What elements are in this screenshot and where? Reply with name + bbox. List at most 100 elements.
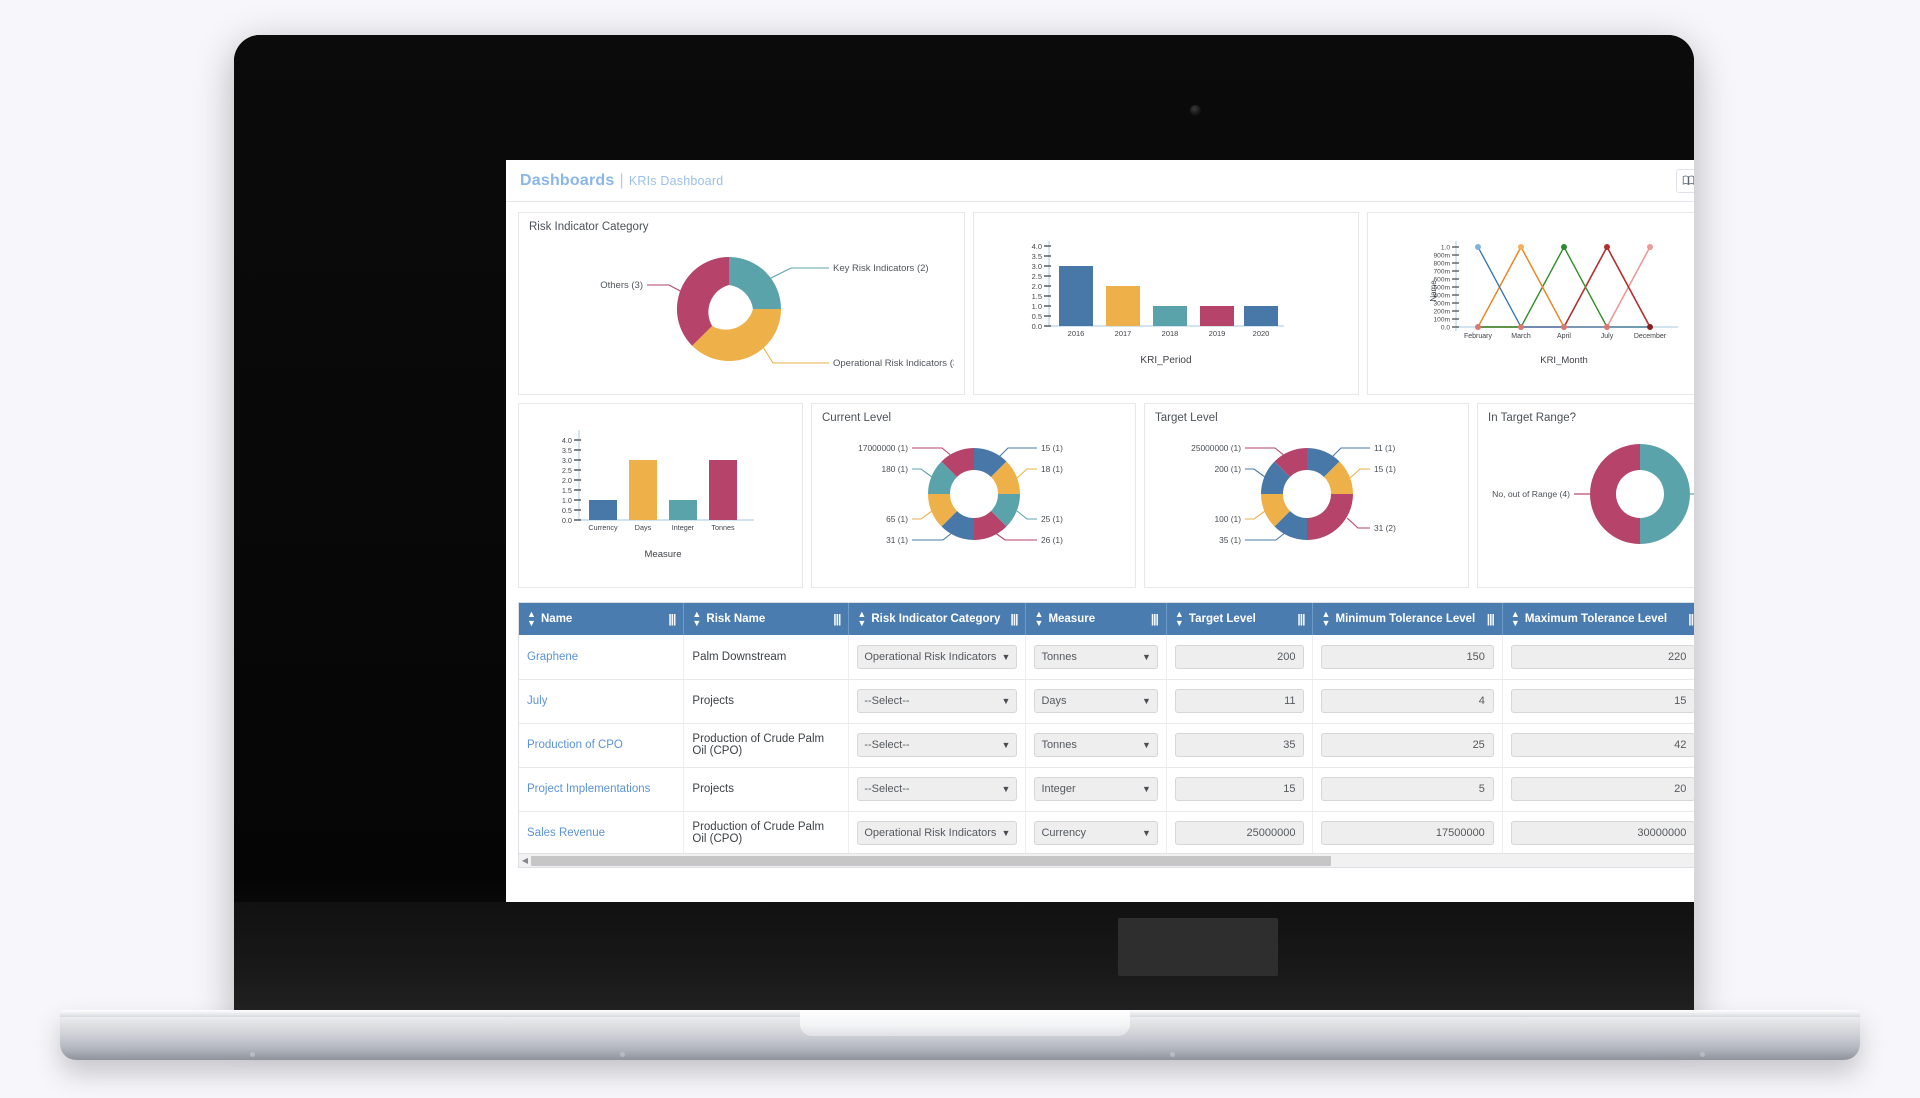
- table-row: Sales Revenue Production of Crude Palm O…: [519, 811, 1694, 856]
- risk-indicator-category-select[interactable]: Operational Risk Indicators ▼: [857, 821, 1018, 845]
- column-resize-grip-icon[interactable]: |||: [1487, 612, 1495, 626]
- risk-indicator-category-select[interactable]: --Select-- ▼: [857, 733, 1018, 757]
- column-header-risk-name[interactable]: ▲ ▼ Risk Name |||: [683, 603, 850, 635]
- svg-text:31 (2): 31 (2): [1374, 523, 1396, 533]
- kri-data-table: ▲ ▼ Name ||| ▲ ▼ Risk Name ||| ▲ ▼ Risk Indicato…: [518, 602, 1694, 868]
- chevron-down-icon: ▼: [1001, 651, 1011, 662]
- chart-row-1: Risk Indicator Category Key Risk Indicat…: [518, 212, 1694, 395]
- svg-text:2018: 2018: [1162, 329, 1179, 338]
- sort-icon[interactable]: ▲ ▼: [1511, 610, 1520, 628]
- svg-text:26 (1): 26 (1): [1041, 535, 1063, 545]
- column-header-maximum-tolerance-level[interactable]: ▲▼ Maximum Tolerance Level |||: [1502, 603, 1694, 635]
- donut-slices: [1261, 448, 1353, 540]
- callout-line-key-risk-indicators: [768, 267, 829, 280]
- dashboard-board: Risk Indicator Category Key Risk Indicat…: [506, 202, 1694, 596]
- callout-line-operational-risk-indicators: [762, 346, 829, 364]
- bar-2020: [1244, 306, 1278, 326]
- measure-select[interactable]: Days▼: [1034, 689, 1158, 713]
- target-level-input[interactable]: 15: [1174, 777, 1305, 801]
- column-header-target-level[interactable]: ▲ ▼ Target Level |||: [1166, 603, 1314, 635]
- column-header-name[interactable]: ▲ ▼ Name |||: [519, 603, 685, 635]
- bar-tonnes: [709, 460, 737, 520]
- risk-indicator-category-select[interactable]: --Select-- ▼: [857, 689, 1018, 713]
- risk-indicator-category-select[interactable]: Operational Risk Indicators ▼: [857, 644, 1018, 669]
- donut-slices: [928, 448, 1020, 540]
- measure-select[interactable]: Tonnes ▼: [1034, 733, 1158, 757]
- laptop-base-dots: [60, 1052, 1860, 1060]
- target-level-input[interactable]: 25000000: [1174, 821, 1305, 845]
- sort-icon[interactable]: ▲ ▼: [1321, 610, 1330, 628]
- target-level-input[interactable]: 11: [1174, 689, 1305, 713]
- minimum-tolerance-level-input[interactable]: 150: [1321, 644, 1494, 669]
- column-header-risk-indicator-category[interactable]: ▲ ▼ Risk Indicator Category |||: [848, 603, 1027, 635]
- panel-target-level: Target Level 11 (1) 15 (1) 31 (2) 35 (1)…: [1144, 403, 1469, 588]
- book-icon[interactable]: [1676, 168, 1694, 193]
- row-name-link[interactable]: July: [527, 695, 547, 707]
- column-header-measure[interactable]: ▲ ▼ Measure |||: [1025, 603, 1167, 635]
- breadcrumb-root[interactable]: Dashboards: [520, 172, 614, 189]
- kri-period-bar-chart: 0.00.51.0 1.52.02.5 3.03.54.0 2016 2017 …: [1032, 241, 1284, 366]
- svg-text:65 (1): 65 (1): [886, 514, 908, 524]
- panel-title: Target Level: [1155, 412, 1218, 424]
- svg-text:1.0: 1.0: [1441, 245, 1450, 252]
- line-tocotrienol: [1477, 246, 1650, 328]
- panel-measure: 0.0 0.5 1.0 1.5 2.0 2.5 3.0 3.5 4.0 Curr…: [518, 403, 803, 588]
- row-name-link[interactable]: Production of CPO: [527, 739, 623, 751]
- column-header-minimum-tolerance-level[interactable]: ▲ ▼ Minimum Tolerance Level |||: [1312, 603, 1503, 635]
- target-level-input[interactable]: 200: [1174, 644, 1305, 669]
- cell-risk-name: Palm Downstream: [683, 635, 850, 680]
- svg-text:200 (1): 200 (1): [1214, 464, 1241, 474]
- column-label: Minimum Tolerance Level: [1335, 613, 1476, 625]
- svg-text:2.0: 2.0: [1032, 282, 1042, 291]
- measure-select[interactable]: Currency ▼: [1034, 821, 1158, 845]
- minimum-tolerance-level-input[interactable]: 4: [1321, 689, 1494, 713]
- svg-text:25000000 (1): 25000000 (1): [1191, 443, 1241, 453]
- measure-select[interactable]: Tonnes ▼: [1034, 644, 1158, 669]
- column-resize-grip-icon[interactable]: |||: [1688, 612, 1694, 626]
- row-name-link[interactable]: Graphene: [527, 651, 578, 663]
- svg-text:3.0: 3.0: [562, 456, 572, 465]
- measure-bar-chart: 0.0 0.5 1.0 1.5 2.0 2.5 3.0 3.5 4.0 Curr…: [562, 430, 754, 560]
- sort-icon[interactable]: ▲ ▼: [857, 610, 866, 628]
- svg-text:March: March: [1511, 333, 1531, 340]
- horizontal-scroll-thumb[interactable]: [531, 856, 1331, 866]
- measure-select[interactable]: Integer ▼: [1034, 777, 1158, 801]
- minimum-tolerance-level-input[interactable]: 17500000: [1321, 821, 1494, 845]
- table-horizontal-scrollbar[interactable]: ◀ ▶: [519, 853, 1694, 867]
- column-resize-grip-icon[interactable]: |||: [833, 612, 841, 626]
- svg-text:18 (1): 18 (1): [1041, 464, 1063, 474]
- svg-text:15 (1): 15 (1): [1374, 464, 1396, 474]
- kri-month-line-chart: 0.0 100m 200m 300m 400m 500m 600m 700m 8: [1429, 241, 1678, 366]
- maximum-tolerance-level-input[interactable]: 42: [1510, 733, 1694, 757]
- sort-icon[interactable]: ▲ ▼: [1034, 610, 1043, 628]
- risk-indicator-category-select[interactable]: --Select-- ▼: [857, 777, 1018, 801]
- row-name-link[interactable]: Project Implementations: [527, 783, 650, 795]
- maximum-tolerance-level-input[interactable]: 20: [1510, 777, 1694, 801]
- target-level-input[interactable]: 35: [1174, 733, 1305, 757]
- maximum-tolerance-level-input[interactable]: 30000000: [1510, 821, 1694, 845]
- column-resize-grip-icon[interactable]: |||: [1297, 612, 1305, 626]
- table-body: Graphene Palm Downstream Operational Ris…: [519, 635, 1694, 867]
- panel-risk-indicator-category: Risk Indicator Category Key Risk Indicat…: [518, 212, 965, 395]
- maximum-tolerance-level-input[interactable]: 15: [1510, 689, 1694, 713]
- bar-2017: [1106, 286, 1140, 326]
- sort-icon[interactable]: ▲ ▼: [527, 610, 536, 628]
- svg-text:Integer: Integer: [672, 523, 695, 532]
- line-markers: [1475, 244, 1653, 330]
- minimum-tolerance-level-input[interactable]: 5: [1321, 777, 1494, 801]
- minimum-tolerance-level-input[interactable]: 25: [1321, 733, 1494, 757]
- laptop-lid-inner: Dashboards | KRIs Dashboard Risk Indicat…: [234, 35, 1694, 1020]
- sort-icon[interactable]: ▲ ▼: [692, 610, 701, 628]
- sort-icon[interactable]: ▲ ▼: [1175, 610, 1184, 628]
- x-tick-labels: February March April July December: [1464, 333, 1667, 340]
- row-name-link[interactable]: Sales Revenue: [527, 827, 605, 839]
- column-resize-grip-icon[interactable]: |||: [668, 612, 676, 626]
- maximum-tolerance-level-input[interactable]: 220: [1510, 644, 1694, 669]
- scroll-left-arrow-icon[interactable]: ◀: [519, 854, 531, 867]
- svg-text:4.0: 4.0: [1032, 242, 1042, 251]
- x-axis-label: Measure: [645, 549, 682, 560]
- svg-text:1.0: 1.0: [1032, 302, 1042, 311]
- column-resize-grip-icon[interactable]: |||: [1151, 612, 1159, 626]
- column-resize-grip-icon[interactable]: |||: [1010, 612, 1018, 626]
- chevron-down-icon: ▼: [1001, 784, 1011, 794]
